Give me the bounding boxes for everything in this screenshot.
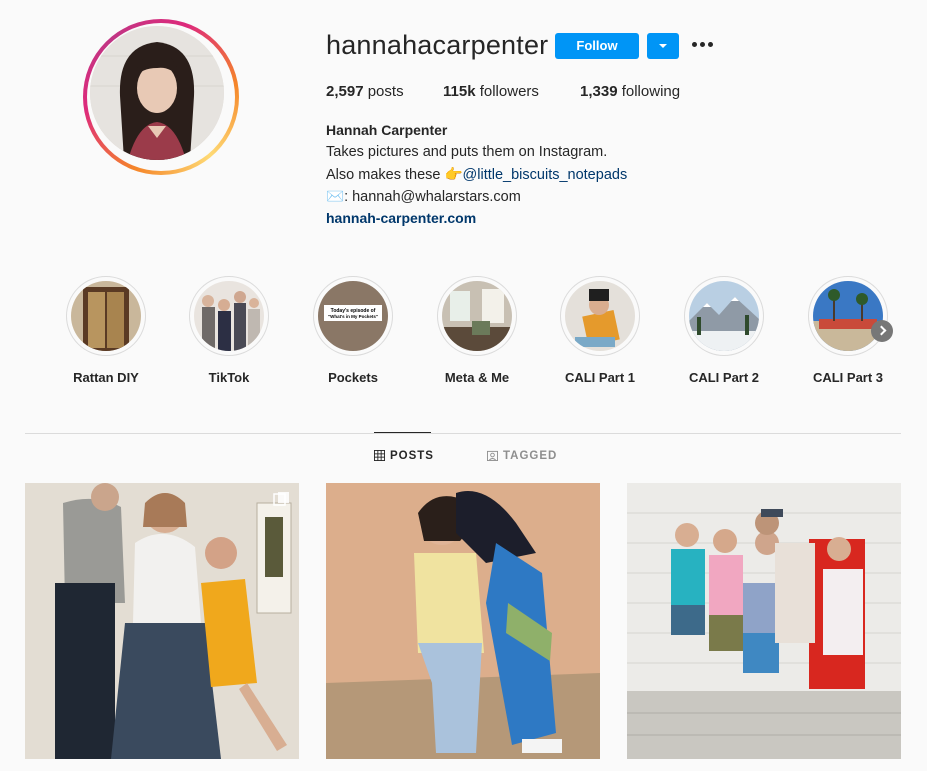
highlight-label: Pockets bbox=[328, 370, 378, 385]
suggested-accounts-dropdown-button[interactable] bbox=[647, 33, 679, 59]
profile-avatar[interactable] bbox=[83, 19, 239, 175]
avatar-photo bbox=[90, 26, 224, 160]
avatar-illustration bbox=[90, 26, 224, 160]
post-thumbnail[interactable] bbox=[326, 483, 600, 759]
post-thumbnail[interactable] bbox=[627, 483, 901, 759]
following-label: following bbox=[621, 83, 681, 100]
highlight-label: CALI Part 3 bbox=[812, 370, 884, 385]
followers-count: 115k bbox=[443, 83, 476, 100]
post-image bbox=[326, 483, 600, 759]
posts-count-stat: 2,597 posts bbox=[326, 83, 404, 100]
tab-posts[interactable]: POSTS bbox=[374, 450, 434, 462]
follow-button[interactable]: Follow bbox=[555, 33, 639, 59]
carousel-icon bbox=[273, 492, 289, 506]
envelope-icon: ✉️ bbox=[326, 189, 345, 205]
post-thumbnail[interactable] bbox=[25, 483, 299, 759]
tagged-person-icon bbox=[487, 450, 498, 461]
highlight-cover bbox=[813, 281, 883, 351]
highlight-label: CALI Part 2 bbox=[688, 370, 760, 385]
bio-line-2-text: Also makes these bbox=[326, 167, 445, 183]
profile-website-link[interactable]: hannah-carpenter.com bbox=[326, 210, 476, 226]
highlight-cover bbox=[194, 281, 264, 351]
posts-label: posts bbox=[367, 83, 404, 100]
tab-posts-label: POSTS bbox=[390, 450, 434, 462]
highlight-label: Rattan DIY bbox=[73, 370, 139, 385]
highlight-label: Meta & Me bbox=[444, 370, 510, 385]
grid-icon bbox=[374, 450, 385, 461]
bio-line-3: ✉️: hannah@whalarstars.com bbox=[326, 188, 521, 205]
highlight-label: CALI Part 1 bbox=[564, 370, 636, 385]
highlight-pockets[interactable]: Today's episode of "What's in My Pockets… bbox=[305, 276, 401, 385]
tab-tagged[interactable]: TAGGED bbox=[487, 450, 557, 462]
highlight-cover bbox=[689, 281, 759, 351]
highlight-meta-and-me[interactable]: Meta & Me bbox=[429, 276, 525, 385]
posts-count: 2,597 bbox=[326, 83, 364, 100]
highlight-cali-part-2[interactable]: CALI Part 2 bbox=[676, 276, 772, 385]
bio-line-2: Also makes these 👉@little_biscuits_notep… bbox=[326, 166, 627, 183]
followers-label: followers bbox=[479, 83, 539, 100]
profile-username: hannahacarpenter bbox=[326, 30, 549, 60]
following-count: 1,339 bbox=[580, 83, 618, 100]
bio-line-1: Takes pictures and puts them on Instagra… bbox=[326, 144, 608, 160]
pointing-hand-icon: 👉 bbox=[444, 167, 463, 183]
followers-stat[interactable]: 115k followers bbox=[443, 83, 539, 100]
post-image bbox=[627, 483, 901, 759]
tab-tagged-label: TAGGED bbox=[503, 450, 558, 462]
post-image bbox=[25, 483, 299, 759]
following-stat[interactable]: 1,339 following bbox=[580, 83, 680, 100]
bio-mention-link[interactable]: @little_biscuits_notepads bbox=[463, 167, 628, 183]
svg-text:"What's in My Pockets": "What's in My Pockets" bbox=[328, 314, 378, 319]
highlight-label: TikTok bbox=[208, 370, 250, 385]
active-tab-indicator bbox=[374, 432, 431, 433]
bio-email-text: : hannah@whalarstars.com bbox=[344, 189, 521, 205]
highlight-cover bbox=[71, 281, 141, 351]
highlight-rattan-diy[interactable]: Rattan DIY bbox=[58, 276, 154, 385]
highlight-tiktok[interactable]: TikTok bbox=[181, 276, 277, 385]
highlight-cover bbox=[442, 281, 512, 351]
highlight-cover: Today's episode of "What's in My Pockets… bbox=[318, 281, 388, 351]
profile-full-name: Hannah Carpenter bbox=[326, 122, 448, 138]
highlights-next-arrow-icon[interactable] bbox=[871, 320, 893, 342]
highlight-cover bbox=[565, 281, 635, 351]
tabs-divider bbox=[25, 433, 901, 434]
highlight-cali-part-1[interactable]: CALI Part 1 bbox=[552, 276, 648, 385]
more-options-icon[interactable] bbox=[692, 41, 714, 49]
